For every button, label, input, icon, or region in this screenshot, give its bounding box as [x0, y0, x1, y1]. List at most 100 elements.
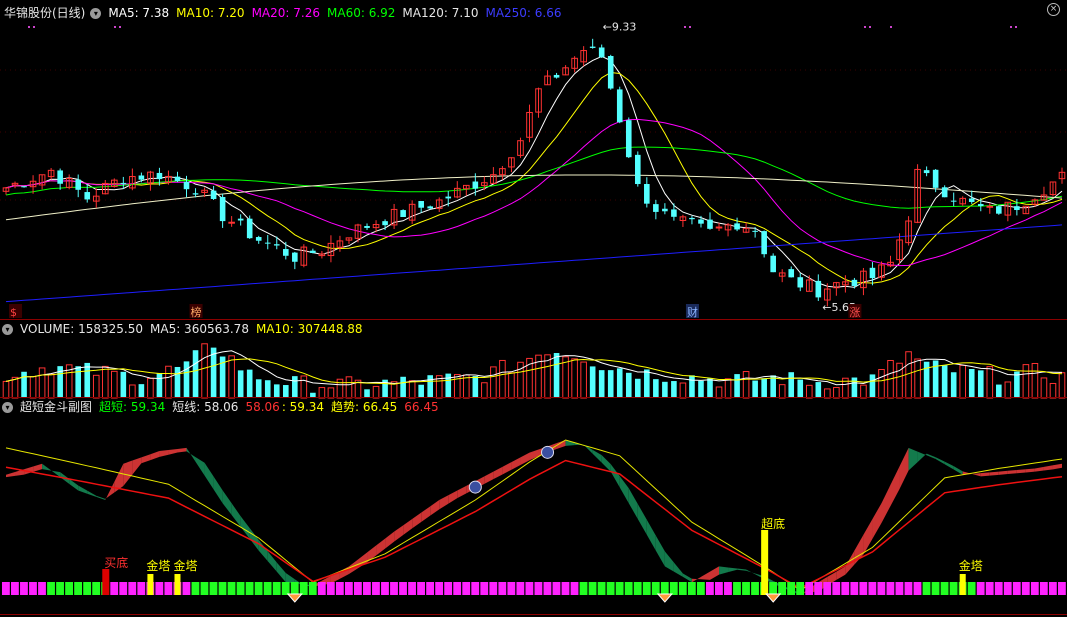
- volume-bar[interactable]: [129, 384, 136, 399]
- volume-bar[interactable]: [797, 379, 804, 398]
- candle[interactable]: [292, 252, 298, 262]
- volume-bar[interactable]: [625, 372, 632, 398]
- volume-bar[interactable]: [427, 375, 434, 398]
- volume-bar[interactable]: [481, 382, 488, 399]
- super-bottom-label[interactable]: 超底: [761, 516, 785, 531]
- gold-tower-label[interactable]: 金塔: [146, 558, 170, 573]
- volume-bar[interactable]: [183, 361, 190, 398]
- volume-bar[interactable]: [1031, 362, 1039, 399]
- candle[interactable]: [382, 221, 388, 226]
- candle[interactable]: [869, 267, 876, 279]
- candle[interactable]: [941, 187, 948, 198]
- volume-bar[interactable]: [1004, 381, 1012, 399]
- volume-bar[interactable]: [671, 381, 677, 398]
- candle[interactable]: [923, 170, 930, 174]
- volume-bar[interactable]: [724, 378, 732, 399]
- volume-bar[interactable]: [752, 380, 758, 398]
- event-marker-2[interactable]: 榜: [191, 305, 202, 319]
- candle[interactable]: [634, 154, 641, 185]
- candle[interactable]: [237, 218, 244, 221]
- volume-bar[interactable]: [21, 371, 27, 398]
- candle[interactable]: [255, 237, 262, 241]
- candle[interactable]: [472, 181, 479, 189]
- volume-bar[interactable]: [47, 373, 55, 399]
- volume-bar[interactable]: [662, 381, 668, 398]
- volume-bar[interactable]: [75, 366, 82, 398]
- cup-icon[interactable]: [541, 445, 555, 459]
- volume-bar[interactable]: [38, 367, 46, 399]
- volume-bar[interactable]: [950, 372, 957, 398]
- diamond-icon[interactable]: [656, 593, 673, 603]
- candle[interactable]: [932, 169, 939, 188]
- volume-bar[interactable]: [292, 376, 298, 398]
- volume-bar[interactable]: [246, 369, 253, 398]
- gold-tower-label[interactable]: 金塔: [173, 558, 197, 573]
- close-icon[interactable]: ×: [1047, 3, 1060, 16]
- candle[interactable]: [210, 190, 217, 199]
- volume-bar[interactable]: [508, 372, 515, 399]
- event-marker-3[interactable]: 财: [687, 305, 698, 319]
- cup-icon[interactable]: [468, 480, 482, 494]
- volume-bar[interactable]: [192, 350, 199, 398]
- candle[interactable]: [219, 197, 226, 222]
- volume-bar[interactable]: [29, 376, 37, 399]
- candle[interactable]: [996, 206, 1002, 214]
- diamond-icon[interactable]: [765, 593, 782, 603]
- volume-bar[interactable]: [165, 365, 172, 399]
- volume-bar[interactable]: [237, 370, 244, 398]
- volume-bar[interactable]: [1014, 371, 1020, 398]
- candle[interactable]: [734, 223, 740, 230]
- volume-bar[interactable]: [580, 361, 587, 399]
- volume-bar[interactable]: [111, 370, 118, 399]
- volume-bar[interactable]: [138, 384, 145, 398]
- candle[interactable]: [616, 89, 623, 123]
- candle[interactable]: [698, 219, 704, 224]
- candle[interactable]: [986, 205, 994, 208]
- volume-bar[interactable]: [896, 362, 903, 399]
- volume-bar[interactable]: [201, 343, 208, 399]
- diamond-icon[interactable]: [286, 593, 303, 603]
- volume-bar[interactable]: [408, 380, 416, 399]
- volume-collapse-icon[interactable]: ▾: [2, 323, 13, 335]
- candle[interactable]: [662, 208, 668, 212]
- volume-bar[interactable]: [589, 366, 596, 398]
- volume-bar[interactable]: [996, 384, 1002, 398]
- volume-bar[interactable]: [616, 368, 623, 398]
- candle[interactable]: [671, 209, 677, 217]
- buy-bottom-label[interactable]: 买底: [104, 555, 128, 570]
- candle[interactable]: [689, 217, 695, 220]
- candle[interactable]: [192, 193, 199, 195]
- candle[interactable]: [950, 200, 957, 202]
- candle[interactable]: [246, 218, 253, 239]
- indicator-collapse-icon[interactable]: ▾: [2, 401, 13, 413]
- volume-bar[interactable]: [878, 368, 885, 399]
- volume-bar[interactable]: [372, 385, 380, 399]
- volume-bar[interactable]: [499, 359, 506, 399]
- volume-panel[interactable]: [2, 343, 1066, 399]
- volume-bar[interactable]: [156, 372, 163, 398]
- volume-bar[interactable]: [1040, 377, 1048, 399]
- volume-bar[interactable]: [959, 364, 967, 399]
- candle[interactable]: [625, 120, 632, 158]
- volume-bar[interactable]: [986, 366, 994, 399]
- candle[interactable]: [770, 255, 776, 273]
- volume-bar[interactable]: [788, 372, 795, 398]
- volume-bar[interactable]: [147, 377, 154, 399]
- volume-bar[interactable]: [977, 370, 984, 398]
- candle[interactable]: [598, 47, 605, 58]
- volume-bar[interactable]: [553, 353, 560, 398]
- volume-bar[interactable]: [336, 378, 344, 399]
- stock-chart-canvas[interactable]: ←9.33←5.65$ 榜财涨 买底 金塔 金塔 金塔超底: [0, 0, 1067, 617]
- candle[interactable]: [120, 182, 127, 184]
- volume-bar[interactable]: [679, 382, 687, 399]
- candle[interactable]: [84, 192, 91, 200]
- volume-bar[interactable]: [778, 384, 786, 399]
- candle[interactable]: [310, 250, 316, 253]
- volume-bar[interactable]: [472, 376, 479, 398]
- gold-tower-label[interactable]: 金塔: [959, 558, 983, 573]
- candle[interactable]: [644, 184, 650, 204]
- volume-bar[interactable]: [84, 362, 91, 398]
- volume-bar[interactable]: [634, 378, 641, 398]
- volume-bar[interactable]: [11, 376, 19, 399]
- volume-bar[interactable]: [742, 371, 750, 399]
